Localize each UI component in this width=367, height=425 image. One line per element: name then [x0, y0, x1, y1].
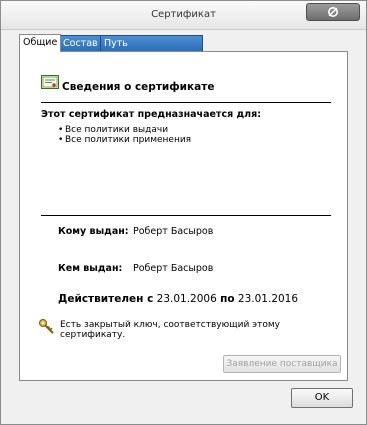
issued-by-value: Роберт Басыров — [133, 263, 214, 274]
issued-to-value: Роберт Басыров — [133, 226, 214, 237]
issued-by-label: Кем выдан: — [58, 263, 123, 274]
tab-general[interactable]: Общие — [19, 34, 61, 52]
valid-to-label: по — [220, 293, 235, 305]
certificate-icon — [41, 75, 59, 89]
key-icon — [39, 319, 54, 334]
certificate-dialog: Сертификат Общие Состав Путь сертификаци… — [0, 0, 367, 425]
ok-button[interactable]: OK — [291, 388, 353, 408]
valid-from-label: Действителен с — [58, 293, 154, 305]
purpose-list: Все политики выдачи Все политики примене… — [58, 125, 191, 145]
tab-details[interactable]: Состав — [59, 35, 103, 51]
issued-to-label: Кому выдан: — [58, 226, 129, 237]
valid-to-date: 23.01.2016 — [237, 293, 299, 305]
general-tab-panel: Сведения о сертификате Этот сертификат п… — [19, 51, 348, 381]
validity-period: Действителен с 23.01.2006 по 23.01.2016 — [58, 293, 298, 305]
divider-middle — [41, 215, 331, 216]
issuer-statement-button[interactable]: Заявление поставщика — [223, 355, 341, 373]
close-button[interactable] — [306, 3, 360, 21]
certificate-info-heading: Сведения о сертификате — [62, 81, 215, 93]
list-item: Все политики выдачи — [58, 125, 191, 135]
valid-from-date: 23.01.2006 — [156, 293, 217, 305]
private-key-note: Есть закрытый ключ, соответствующий этом… — [60, 320, 280, 340]
title-bar[interactable]: Сертификат — [1, 1, 366, 30]
divider-top — [41, 102, 331, 103]
purpose-label: Этот сертификат предназначается для: — [41, 109, 262, 120]
close-icon — [328, 7, 338, 17]
list-item: Все политики применения — [58, 135, 191, 145]
tab-certification-path[interactable]: Путь сертификации — [100, 35, 203, 64]
